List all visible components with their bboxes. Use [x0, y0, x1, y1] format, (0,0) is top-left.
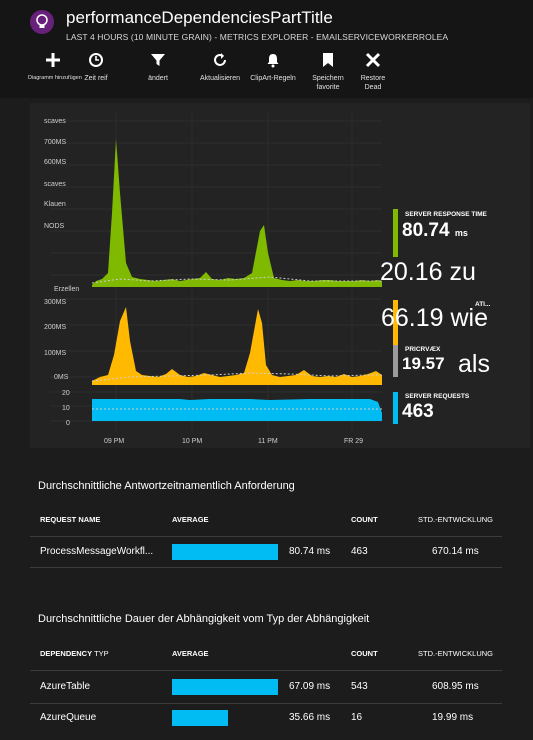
axis-label: 20 [62, 390, 70, 397]
std-value: 608.95 ms [432, 681, 479, 692]
count-value: 463 [351, 546, 368, 557]
count-value: 16 [351, 712, 363, 723]
col-dependency-type[interactable]: DEPENDENCY TYP [40, 649, 109, 658]
server-response-area [92, 139, 382, 287]
request-name: ProcessMessageWorkfl... [40, 546, 154, 557]
axis-label: 300MS [44, 299, 67, 306]
metric-value: 463 [402, 401, 434, 422]
average-value: 67.09 ms [289, 681, 331, 692]
axis-label: Klauen [44, 201, 66, 208]
metric-overlay-text: 66.19 wie [381, 304, 489, 332]
refresh-button[interactable]: Aktualisieren [192, 52, 248, 83]
alert-rules-button[interactable]: ClipArt-Regeln [244, 52, 302, 83]
std-value: 670.14 ms [432, 546, 479, 557]
axis-label: 100MS [44, 350, 67, 357]
time-range-button[interactable]: Zeit reif [78, 52, 114, 83]
blade-subtitle: LAST 4 HOURS (10 MINUTE GRAIN) - METRICS… [66, 32, 449, 42]
save-favorite-button[interactable]: Speichern favorite [300, 52, 356, 92]
metric-overlay-text: 20.16 zu [380, 258, 476, 286]
bookmark-icon [300, 52, 356, 74]
divider [30, 703, 502, 704]
axis-label: 600MS [44, 159, 67, 166]
axis-label: 700MS [44, 139, 67, 146]
filter-button[interactable]: ändert [140, 52, 176, 83]
metric-overlay-text: als [458, 350, 490, 378]
axis-label: 0MS [54, 374, 69, 381]
axis-label: 10 [62, 405, 70, 412]
metric-value: 19.57 [402, 354, 445, 373]
col-std[interactable]: STD.-ENTWICKLUNG [418, 649, 493, 658]
series-color-bar [393, 209, 398, 257]
series-color-bar [393, 392, 398, 424]
col-request-name[interactable]: REQUEST NAME [40, 515, 100, 524]
requests-table-title: Durchschnittliche Antwortzeitnamentlich … [38, 480, 295, 492]
divider [30, 567, 502, 568]
axis-label: scaves [44, 118, 66, 125]
time-label: 09 PM [104, 438, 124, 445]
filter-icon [140, 52, 176, 74]
series-color-bar [393, 345, 398, 377]
tables-section: Durchschnittliche Antwortzeitnamentlich … [0, 450, 533, 740]
col-average[interactable]: AVERAGE [172, 649, 209, 658]
std-value: 19.99 ms [432, 712, 474, 723]
col-count[interactable]: COUNT [351, 515, 378, 524]
col-average[interactable]: AVERAGE [172, 515, 209, 524]
clock-icon [78, 52, 114, 74]
time-label: FR 29 [344, 438, 363, 445]
time-label: 11 PM [258, 438, 278, 445]
average-value: 80.74 ms [289, 546, 331, 557]
col-std[interactable]: STD.-ENTWICKLUNG [418, 515, 493, 524]
average-value: 35.66 ms [289, 712, 331, 723]
axis-label: Erzellen [54, 286, 79, 293]
average-bar [172, 710, 228, 726]
refresh-icon [192, 52, 248, 74]
restore-default-button[interactable]: Restore Dead [352, 52, 394, 92]
axis-label: 0 [66, 420, 70, 427]
server-requests-area [92, 399, 382, 421]
lightbulb-icon [30, 10, 54, 34]
average-bar [172, 544, 278, 560]
axis-label: scaves [44, 181, 66, 188]
dependency-name: AzureQueue [40, 712, 97, 723]
count-value: 543 [351, 681, 368, 692]
metrics-chart-panel: scaves 700MS 600MS scaves Klauen NODS Er… [0, 98, 533, 450]
close-icon [352, 52, 394, 74]
bell-icon [244, 52, 302, 74]
axis-label: NODS [44, 223, 65, 230]
divider [30, 670, 502, 671]
time-label: 10 PM [182, 438, 202, 445]
add-chart-button[interactable]: Diagramm hinzufügen [28, 52, 82, 83]
dependencies-table-title: Durchschnittliche Dauer der Abhängigkeit… [38, 613, 370, 625]
blade-title: performanceDependenciesPartTitle [66, 8, 333, 27]
blade-header: performanceDependenciesPartTitle LAST 4 … [0, 0, 533, 98]
plus-icon [28, 52, 78, 74]
dependency-name: AzureTable [40, 681, 91, 692]
command-bar: Diagramm hinzufügen Zeit reif ändert Akt… [0, 52, 533, 98]
divider [30, 536, 502, 537]
metric-unit: ms [454, 228, 468, 238]
axis-label: 200MS [44, 324, 67, 331]
average-bar [172, 679, 278, 695]
metric-value: 80.74 [402, 220, 450, 241]
col-count[interactable]: COUNT [351, 649, 378, 658]
